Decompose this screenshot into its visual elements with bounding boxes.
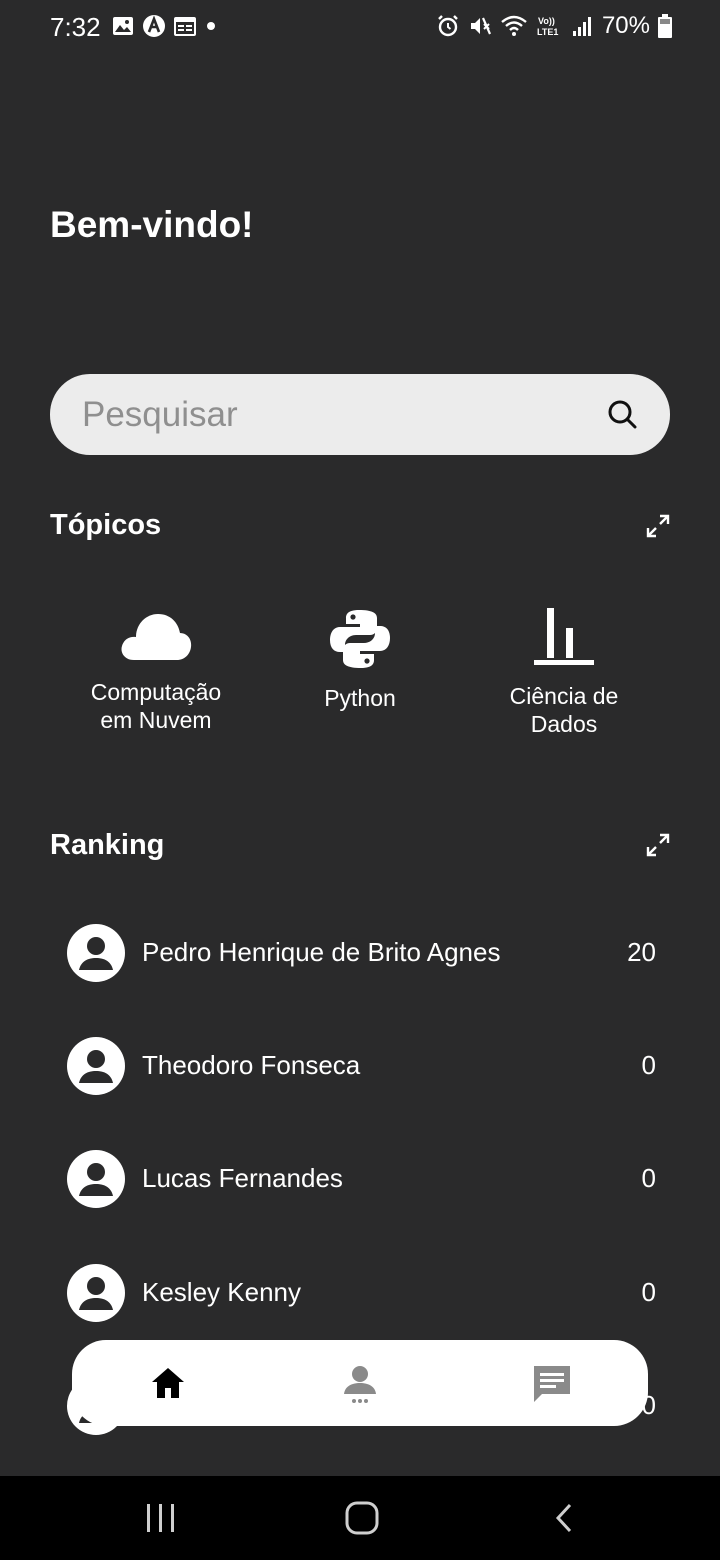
gallery-icon [113,17,133,35]
ranking-row[interactable]: Pedro Henrique de Brito Agnes 20 [66,923,660,985]
topics-expand-icon[interactable] [645,513,671,539]
a-icon [143,15,165,37]
status-left-icons [112,14,218,38]
avatar-icon [67,924,125,982]
ranking-name: Pedro Henrique de Brito Agnes [142,937,501,967]
signal-icon [572,17,591,36]
page-title: Bem-vindo! [50,204,254,245]
chat-icon[interactable] [528,1360,576,1408]
wifi-icon [501,15,527,36]
avatar-icon [67,1264,125,1322]
ranking-expand-icon[interactable] [645,832,671,858]
ranking-name: Lucas Fernandes [142,1163,343,1193]
profile-icon[interactable] [336,1360,384,1408]
system-navigation-bar [0,1476,720,1560]
status-time: 7:32 [50,12,101,42]
ranking-name: Theodoro Fonseca [142,1050,361,1080]
search-bar[interactable] [50,374,670,455]
status-bar: 7:32 Vo)) LTE1 70% [0,0,720,56]
battery-percent: 70% [601,12,650,39]
topic-label: Ciência de Dados [509,683,619,737]
topics-title: Tópicos [50,509,162,541]
topic-label: Python [324,685,396,711]
python-icon [330,610,390,668]
bottom-navigation [72,1340,648,1426]
recent-apps-icon[interactable] [144,1502,178,1534]
svg-text:Vo)): Vo)) [538,16,555,26]
cloud-icon [121,614,192,660]
calendar-icon [174,17,196,36]
screen: 7:32 Vo)) LTE1 70% Bem-vindo! Pesquisar … [0,0,720,1560]
ranking-score: 20 [627,937,656,967]
topic-cloud-computing[interactable]: Computação em Nuvem [56,608,256,734]
ranking-title: Ranking [50,829,165,861]
search-input[interactable] [82,374,582,455]
ranking-name: Kesley Kenny [142,1277,301,1307]
ranking-score: 0 [641,1277,656,1307]
ranking-score: 0 [641,1163,656,1193]
bar-chart-icon [534,608,594,665]
battery-icon [658,14,672,38]
avatar-icon [67,1150,125,1208]
avatar-icon [67,1037,125,1095]
search-icon[interactable] [606,398,638,430]
topic-data-science[interactable]: Ciência de Dados [464,606,664,738]
ranking-row[interactable]: Theodoro Fonseca 0 [66,1036,660,1098]
ranking-row[interactable]: Lucas Fernandes 0 [66,1149,660,1211]
back-icon[interactable] [552,1502,576,1534]
home-system-icon[interactable] [344,1500,380,1536]
topic-label: Computação em Nuvem [90,679,222,733]
alarm-icon [438,15,458,37]
ranking-score: 0 [641,1050,656,1080]
dot-icon [207,22,215,30]
volte-icon: Vo)) LTE1 [537,16,558,37]
home-icon[interactable] [144,1360,192,1408]
mute-icon [470,17,491,35]
status-right: Vo)) LTE1 70% [436,12,672,40]
topic-python[interactable]: Python [260,608,460,712]
svg-text:LTE1: LTE1 [537,27,558,37]
ranking-row[interactable]: Kesley Kenny 0 [66,1263,660,1325]
